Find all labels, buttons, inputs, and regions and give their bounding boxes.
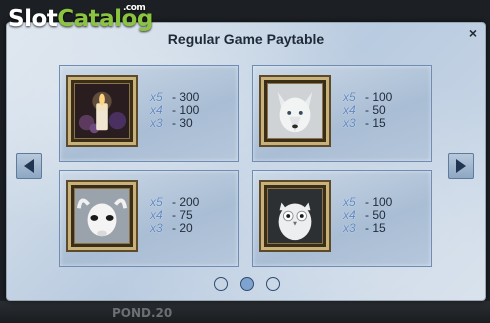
multiplier-label: x3 xyxy=(150,221,163,235)
page-dot-2[interactable] xyxy=(240,277,254,291)
next-page-button[interactable] xyxy=(448,153,474,179)
symbol-frame xyxy=(261,182,329,250)
payout-row: x3 - 30 xyxy=(150,117,199,130)
payout-row: x3 - 15 xyxy=(343,117,392,130)
symbol-card-goat: x5- 200 x4- 75 x3- 20 xyxy=(59,170,239,267)
symbol-frame xyxy=(68,77,136,145)
payout-value: - 15 xyxy=(365,221,386,235)
symbol-card-wolf: x5- 100 x4- 50 x3- 15 xyxy=(252,65,432,162)
symbol-card-candle: x5- 300 x4- 100 x3- 30 xyxy=(59,65,239,162)
previous-page-button[interactable] xyxy=(16,153,42,179)
owl-icon xyxy=(268,189,322,243)
payout-value: - 15 xyxy=(365,116,386,130)
symbol-card-owl: x5- 100 x4- 50 x3- 15 xyxy=(252,170,432,267)
symbol-payouts: x5- 100 x4- 50 x3- 15 xyxy=(343,91,392,130)
payout-value: - 20 xyxy=(172,221,193,235)
logo-slot-text: Slot xyxy=(8,6,58,32)
arrow-left-icon xyxy=(24,159,34,173)
background-balance-text: POND.20 xyxy=(112,306,173,320)
game-footer-bar: POND.20 xyxy=(0,301,490,323)
symbol-payouts: x5- 200 x4- 75 x3- 20 xyxy=(150,196,199,235)
goat-icon xyxy=(75,189,129,243)
multiplier-label: x3 xyxy=(343,116,356,130)
page-dot-3[interactable] xyxy=(266,277,280,291)
page-dot-1[interactable] xyxy=(214,277,228,291)
slotcatalog-logo: SlotCatalog .com xyxy=(8,3,153,32)
multiplier-label: x3 xyxy=(150,116,163,130)
symbol-frame xyxy=(261,77,329,145)
payout-row: x3 - 15 xyxy=(343,222,392,235)
payout-value: - 30 xyxy=(172,116,193,130)
wolf-icon xyxy=(268,84,322,138)
paytable-panel: Regular Game Paytable × x5- 300 x4- 100 … xyxy=(6,22,486,301)
candle-icon xyxy=(75,84,129,138)
symbol-frame xyxy=(68,182,136,250)
paytable-title: Regular Game Paytable xyxy=(167,31,325,47)
logo-com-text: .com xyxy=(123,3,146,13)
symbol-payouts: x5- 100 x4- 50 x3- 15 xyxy=(343,196,392,235)
payout-row: x3 - 20 xyxy=(150,222,199,235)
close-icon[interactable]: × xyxy=(469,25,477,41)
page-indicator xyxy=(214,277,280,291)
symbol-payouts: x5- 300 x4- 100 x3- 30 xyxy=(150,91,199,130)
arrow-right-icon xyxy=(456,159,466,173)
multiplier-label: x3 xyxy=(343,221,356,235)
